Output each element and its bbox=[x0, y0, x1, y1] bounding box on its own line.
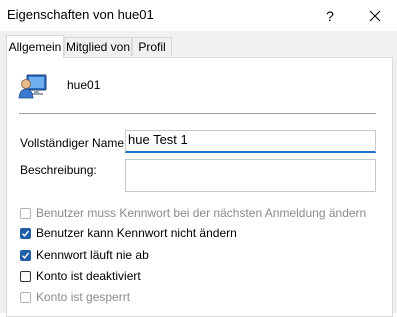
close-icon bbox=[369, 10, 381, 21]
check-icon bbox=[22, 230, 30, 237]
fullname-field[interactable]: hue Test 1 bbox=[125, 130, 376, 153]
close-button[interactable] bbox=[360, 0, 390, 31]
separator bbox=[19, 113, 376, 114]
option-account-locked[interactable]: Konto ist gesperrt bbox=[20, 290, 130, 304]
tab-allgemein[interactable]: Allgemein bbox=[6, 35, 64, 58]
title-bar: Eigenschaften von hue01 ? bbox=[0, 0, 397, 31]
checkbox[interactable] bbox=[20, 249, 31, 261]
checkbox[interactable] bbox=[20, 227, 31, 239]
checkbox[interactable] bbox=[20, 207, 31, 219]
tab-mitglied-von[interactable]: Mitglied von bbox=[64, 37, 132, 56]
option-must-change-password[interactable]: Benutzer muss Kennwort bei der nächsten … bbox=[20, 206, 366, 220]
option-label: Kennwort läuft nie ab bbox=[36, 248, 149, 262]
option-label: Konto ist gesperrt bbox=[36, 290, 131, 304]
description-label: Beschreibung: bbox=[20, 163, 97, 177]
option-account-disabled[interactable]: Konto ist deaktiviert bbox=[20, 269, 141, 283]
user-icon bbox=[18, 74, 47, 99]
option-label: Benutzer kann Kennwort nicht ändern bbox=[36, 226, 237, 240]
description-field[interactable] bbox=[125, 159, 376, 192]
tab-label: Mitglied von bbox=[65, 40, 131, 54]
help-icon: ? bbox=[326, 7, 334, 24]
checkbox[interactable] bbox=[20, 291, 31, 303]
fullname-value: hue Test 1 bbox=[128, 132, 188, 147]
option-cannot-change-password[interactable]: Benutzer kann Kennwort nicht ändern bbox=[20, 226, 237, 240]
tab-label: Profil bbox=[138, 40, 166, 54]
help-button[interactable]: ? bbox=[316, 0, 344, 31]
username-label: hue01 bbox=[67, 78, 101, 92]
check-icon bbox=[22, 252, 30, 259]
fullname-label: Vollständiger Name: bbox=[20, 136, 128, 150]
window-title: Eigenschaften von hue01 bbox=[7, 7, 154, 22]
option-label: Benutzer muss Kennwort bei der nächsten … bbox=[36, 206, 367, 220]
option-label: Konto ist deaktiviert bbox=[36, 269, 141, 283]
option-password-never-expires[interactable]: Kennwort läuft nie ab bbox=[20, 248, 149, 262]
tab-profil[interactable]: Profil bbox=[132, 37, 172, 56]
tab-label: Allgemein bbox=[8, 40, 62, 54]
checkbox[interactable] bbox=[20, 270, 31, 282]
